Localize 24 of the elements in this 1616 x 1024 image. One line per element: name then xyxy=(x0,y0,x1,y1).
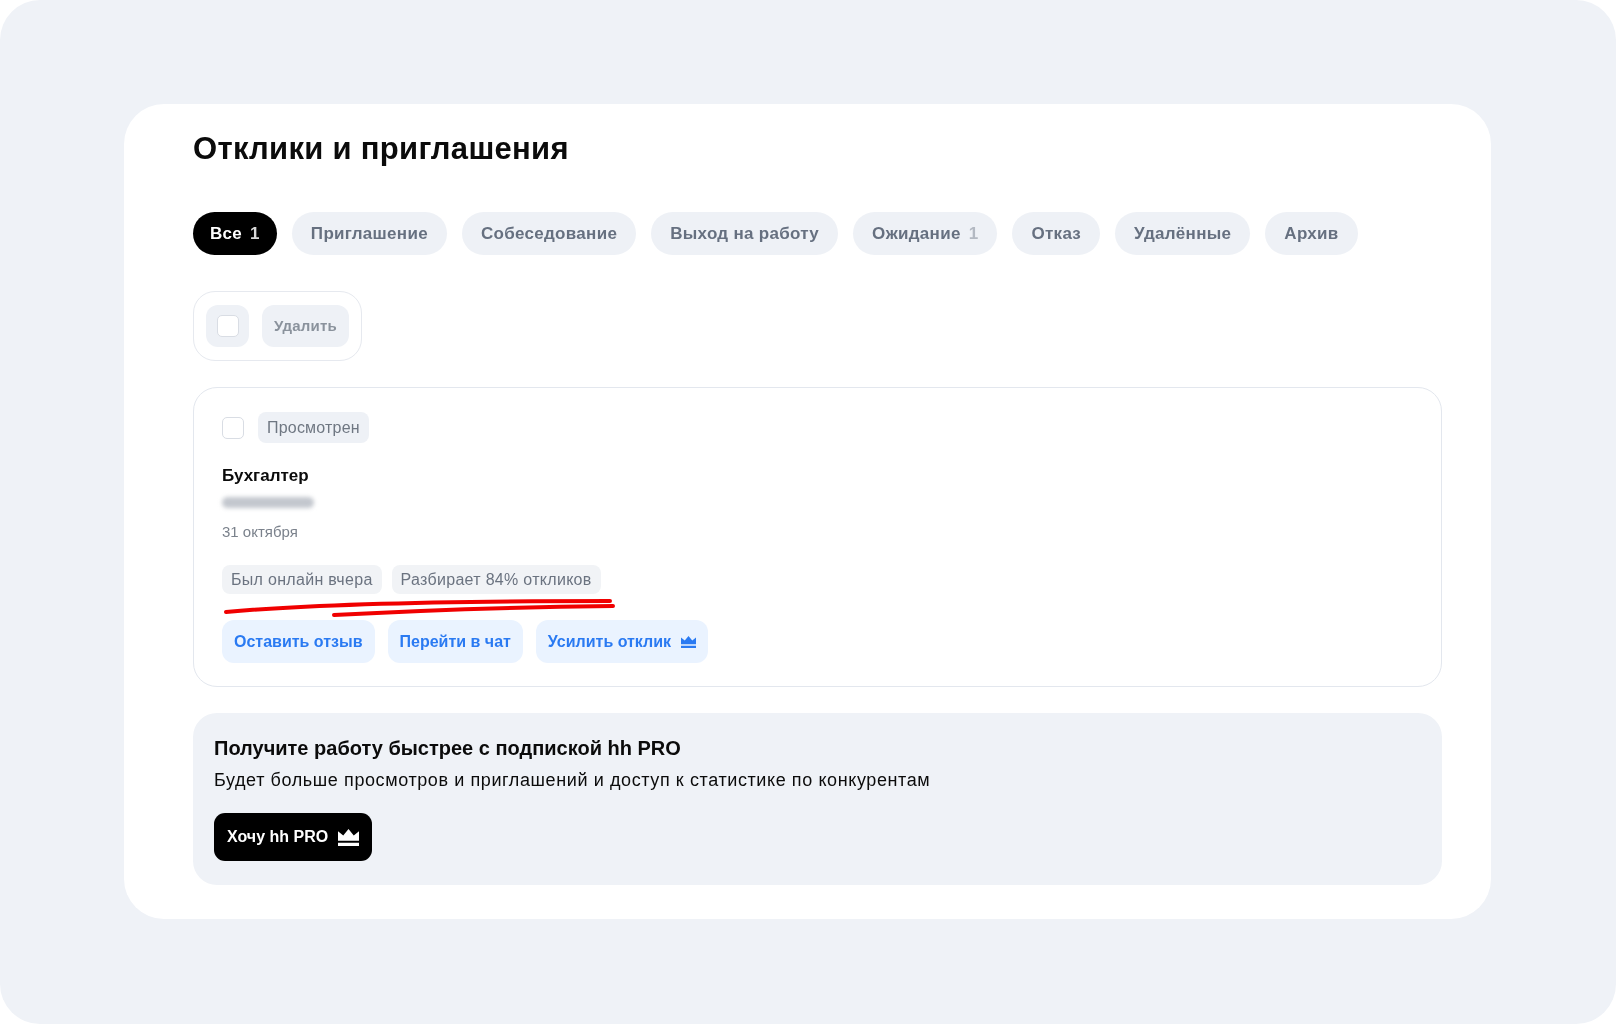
status-tag: Просмотрен xyxy=(258,412,369,443)
filter-tab[interactable]: Все 1 xyxy=(193,212,277,255)
response-date: 31 октября xyxy=(222,522,299,542)
info-tag: Был онлайн вчера xyxy=(222,565,382,594)
checkbox[interactable] xyxy=(222,416,244,439)
action-button[interactable]: Перейти в чат xyxy=(387,620,523,663)
select-all-button[interactable] xyxy=(206,305,249,347)
filter-tab[interactable]: Приглашение xyxy=(291,212,447,255)
vacancy-title[interactable]: Бухгалтер xyxy=(222,465,1413,487)
page-title: Отклики и приглашения xyxy=(193,130,570,168)
filter-tab[interactable]: Отказ xyxy=(1012,212,1101,255)
delete-button[interactable]: Удалить xyxy=(262,305,349,347)
action-button[interactable]: Усилить отклик xyxy=(535,620,709,663)
filter-tab[interactable]: Удалённые xyxy=(1115,212,1251,255)
filter-tab[interactable]: Архив xyxy=(1265,212,1358,255)
filter-tab[interactable]: Ожидание 1 xyxy=(853,212,998,255)
info-tag: Разбирает 84% откликов xyxy=(391,565,601,594)
action-button[interactable]: Оставить отзыв xyxy=(222,620,375,663)
filter-tab[interactable]: Собеседование xyxy=(461,212,637,255)
promo-text: Будет больше просмотров и приглашений и доступ к статистике по конкурентам xyxy=(214,769,932,791)
promo-title: Получите работу быстрее с подпиской hh PRO xyxy=(214,736,682,761)
checkbox[interactable] xyxy=(216,315,239,337)
subscribe-button[interactable]: Хочу hh PRO xyxy=(214,813,373,861)
filter-tab[interactable]: Выход на работу xyxy=(651,212,839,255)
